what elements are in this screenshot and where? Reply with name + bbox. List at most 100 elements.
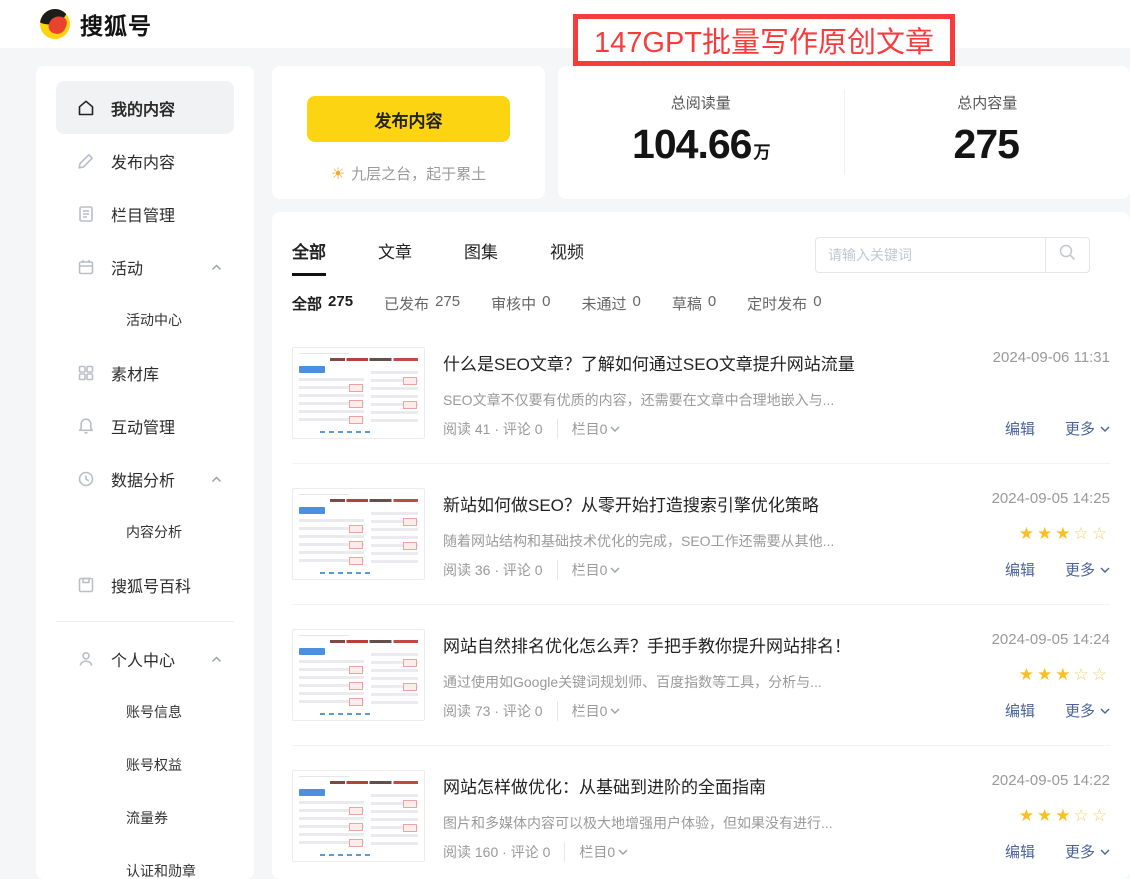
sidebar: 我的内容 发布内容 栏目管理 活动 活动中心 素材库 互动管理 数据分析 内容分…: [36, 66, 254, 879]
article-info: 新站如何做SEO？从零开始打造搜索引擎优化策略 随着网站结构和基础技术优化的完成…: [443, 488, 892, 580]
chevron-down-icon: [1100, 426, 1110, 432]
filter-rejected[interactable]: 未通过0: [581, 293, 640, 314]
sidebar-item-traffic-coupon[interactable]: 流量券: [36, 791, 254, 844]
article-description: 图片和多媒体内容可以极大地增强用户体验，但如果没有进行...: [443, 813, 892, 833]
article-side: 2024-09-06 11:31 编辑 更多: [892, 347, 1110, 439]
sidebar-item-certification[interactable]: 认证和勋章: [36, 844, 254, 879]
chevron-up-icon[interactable]: [211, 470, 222, 488]
article-info: 网站怎样做优化：从基础到进阶的全面指南 图片和多媒体内容可以极大地增强用户体验，…: [443, 770, 892, 862]
read-comment-stats: 阅读 73 · 评论 0: [443, 701, 543, 721]
search-button[interactable]: [1045, 238, 1089, 272]
article-description: 随着网站结构和基础技术优化的完成，SEO工作还需要从其他...: [443, 531, 892, 551]
article-actions: 编辑 更多: [1005, 700, 1110, 721]
tab-videos[interactable]: 视频: [550, 238, 584, 276]
article-info: 网站自然排名优化怎么弄？手把手教你提升网站排名！ 通过使用如Google关键词规…: [443, 629, 892, 721]
column-selector[interactable]: 栏目0: [564, 842, 628, 862]
filter-reviewing[interactable]: 审核中0: [491, 293, 550, 314]
article-description: SEO文章不仅要有优质的内容，还需要在文章中合理地嵌入与...: [443, 390, 892, 410]
article-thumbnail[interactable]: [292, 770, 425, 862]
sohu-logo[interactable]: 搜狐号: [40, 7, 152, 41]
tab-articles[interactable]: 文章: [378, 238, 412, 276]
stats-card: 总阅读量 104.66万 总内容量 275: [558, 66, 1130, 199]
sidebar-item-personal-center[interactable]: 个人中心: [56, 632, 234, 685]
sidebar-item-account-info[interactable]: 账号信息: [36, 685, 254, 738]
sidebar-item-account-rights[interactable]: 账号权益: [36, 738, 254, 791]
chevron-up-icon[interactable]: [211, 650, 222, 668]
more-button[interactable]: 更多: [1065, 841, 1110, 862]
column-selector[interactable]: 栏目0: [557, 701, 621, 721]
article-thumbnail[interactable]: [292, 347, 425, 439]
column-label: 栏目0: [572, 560, 608, 580]
top-bar: 搜狐号: [0, 0, 1130, 48]
edit-button[interactable]: 编辑: [1005, 700, 1035, 721]
article-row: 什么是SEO文章？了解如何通过SEO文章提升网站流量 SEO文章不仅要有优质的内…: [292, 323, 1110, 463]
sidebar-item-baike[interactable]: 搜狐号百科: [56, 558, 234, 611]
filter-drafts[interactable]: 草稿0: [672, 293, 716, 314]
publish-content-button[interactable]: 发布内容: [307, 96, 510, 142]
document-icon: [76, 204, 96, 224]
article-meta: 阅读 73 · 评论 0 栏目0: [443, 701, 892, 721]
article-side: 2024-09-05 14:25 ★★★☆☆ 编辑 更多: [892, 488, 1110, 580]
annotation-banner: 147GPT批量写作原创文章: [573, 14, 955, 66]
quality-rating: ★★★☆☆: [1019, 805, 1110, 826]
sidebar-item-label: 活动: [111, 255, 143, 279]
edit-button[interactable]: 编辑: [1005, 418, 1035, 439]
sidebar-item-columns[interactable]: 栏目管理: [56, 187, 234, 240]
article-thumbnail[interactable]: [292, 488, 425, 580]
more-button[interactable]: 更多: [1065, 559, 1110, 580]
stat-unit: 万: [753, 143, 769, 162]
article-title[interactable]: 什么是SEO文章？了解如何通过SEO文章提升网站流量: [443, 350, 892, 375]
filter-scheduled[interactable]: 定时发布0: [747, 293, 821, 314]
sidebar-item-activity-center[interactable]: 活动中心: [36, 293, 254, 346]
edit-button[interactable]: 编辑: [1005, 559, 1035, 580]
sidebar-item-label: 个人中心: [111, 647, 175, 671]
sidebar-item-interaction[interactable]: 互动管理: [56, 399, 234, 452]
article-meta: 阅读 41 · 评论 0 栏目0: [443, 419, 892, 439]
pencil-icon: [76, 151, 96, 171]
article-description: 通过使用如Google关键词规划师、百度指数等工具，分析与...: [443, 672, 892, 692]
sidebar-item-content-analysis[interactable]: 内容分析: [36, 505, 254, 558]
more-button[interactable]: 更多: [1065, 418, 1110, 439]
stat-total-content: 总内容量 275: [845, 66, 1130, 199]
filter-published[interactable]: 已发布275: [384, 293, 460, 314]
tab-galleries[interactable]: 图集: [464, 238, 498, 276]
article-title[interactable]: 新站如何做SEO？从零开始打造搜索引擎优化策略: [443, 491, 892, 516]
publish-card: 发布内容 ☀九层之台，起于累土: [272, 66, 545, 199]
publish-date: 2024-09-05 14:22: [992, 772, 1110, 789]
stat-label: 总内容量: [845, 92, 1130, 113]
article-title[interactable]: 网站怎样做优化：从基础到进阶的全面指南: [443, 773, 892, 798]
sidebar-item-label: 发布内容: [111, 149, 175, 173]
edit-button[interactable]: 编辑: [1005, 841, 1035, 862]
search-icon: [1058, 243, 1077, 267]
chevron-down-icon: [610, 708, 620, 714]
article-actions: 编辑 更多: [1005, 841, 1110, 862]
stat-label: 总阅读量: [558, 92, 844, 113]
article-side: 2024-09-05 14:22 ★★★☆☆ 编辑 更多: [892, 770, 1110, 862]
chevron-down-icon: [610, 567, 620, 573]
chevron-up-icon[interactable]: [211, 258, 222, 276]
sidebar-item-analytics[interactable]: 数据分析: [56, 452, 234, 505]
home-icon: [76, 98, 96, 118]
article-list: 什么是SEO文章？了解如何通过SEO文章提升网站流量 SEO文章不仅要有优质的内…: [292, 323, 1110, 879]
column-selector[interactable]: 栏目0: [557, 419, 621, 439]
sohu-fox-icon: [40, 9, 70, 39]
article-title[interactable]: 网站自然排名优化怎么弄？手把手教你提升网站排名！: [443, 632, 892, 657]
article-row: 网站怎样做优化：从基础到进阶的全面指南 图片和多媒体内容可以极大地增强用户体验，…: [292, 745, 1110, 879]
tab-all[interactable]: 全部: [292, 238, 326, 276]
chevron-down-icon: [1100, 849, 1110, 855]
stat-total-reads: 总阅读量 104.66万: [558, 66, 844, 199]
sidebar-item-my-content[interactable]: 我的内容: [56, 81, 234, 134]
sidebar-item-activities[interactable]: 活动: [56, 240, 234, 293]
chevron-down-icon: [610, 426, 620, 432]
more-button[interactable]: 更多: [1065, 700, 1110, 721]
article-thumbnail[interactable]: [292, 629, 425, 721]
sidebar-item-material-library[interactable]: 素材库: [56, 346, 234, 399]
article-meta: 阅读 160 · 评论 0 栏目0: [443, 842, 892, 862]
column-selector[interactable]: 栏目0: [557, 560, 621, 580]
publish-date: 2024-09-06 11:31: [993, 349, 1110, 366]
filter-all[interactable]: 全部275: [292, 293, 353, 314]
article-actions: 编辑 更多: [1005, 418, 1110, 439]
sidebar-item-label: 搜狐号百科: [111, 573, 191, 597]
search-input[interactable]: [816, 238, 1045, 272]
sidebar-item-publish[interactable]: 发布内容: [56, 134, 234, 187]
